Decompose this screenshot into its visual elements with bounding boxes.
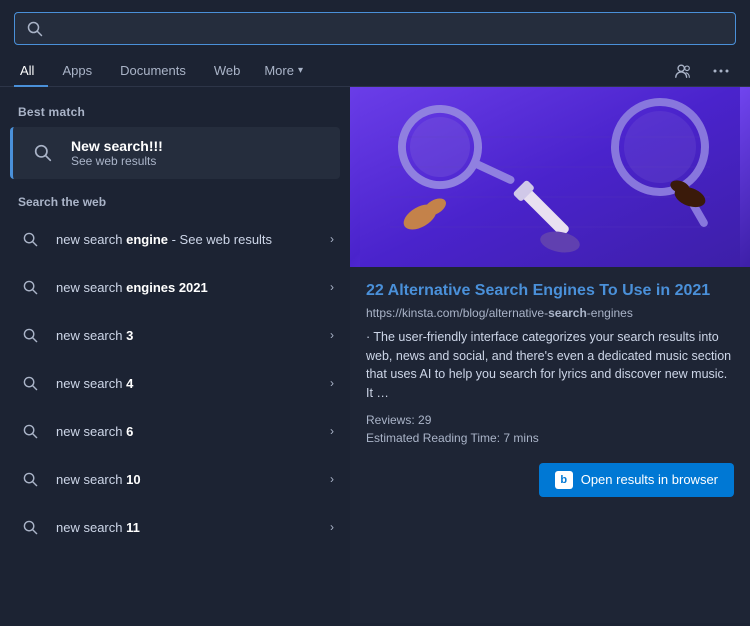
nav-tabs: All Apps Documents Web More ▾ xyxy=(0,55,750,87)
search-icon xyxy=(16,321,44,349)
tab-more[interactable]: More ▾ xyxy=(254,55,313,86)
search-item-text: new search 10 xyxy=(56,472,318,487)
chevron-down-icon: ▾ xyxy=(298,65,303,76)
nav-icons xyxy=(668,56,736,86)
best-match-search-icon xyxy=(27,137,59,169)
search-item-text: new search engine - See web results xyxy=(56,232,318,247)
result-reading-time: Estimated Reading Time: 7 mins xyxy=(366,431,734,445)
search-icon xyxy=(16,225,44,253)
list-item[interactable]: new search 6 › xyxy=(2,407,348,455)
search-item-text: new search 11 xyxy=(56,520,318,535)
result-title-highlight: Search xyxy=(475,282,528,299)
result-body: 22 Alternative Search Engines To Use in … xyxy=(350,267,750,511)
list-item[interactable]: new search 10 › xyxy=(2,455,348,503)
right-panel: 22 Alternative Search Engines To Use in … xyxy=(350,87,750,623)
search-icon xyxy=(16,465,44,493)
tab-all[interactable]: All xyxy=(14,55,48,86)
left-panel: Best match New search!!! See web results… xyxy=(0,87,350,623)
search-icon xyxy=(27,21,43,37)
search-item-text: new search 3 xyxy=(56,328,318,343)
search-item-text: new search 6 xyxy=(56,424,318,439)
list-item[interactable]: new search 3 › xyxy=(2,311,348,359)
list-item[interactable]: new search engines 2021 › xyxy=(2,263,348,311)
best-match-item[interactable]: New search!!! See web results xyxy=(10,127,340,179)
search-input[interactable]: New search!!! xyxy=(53,20,723,37)
people-icon-button[interactable] xyxy=(668,56,698,86)
tab-documents[interactable]: Documents xyxy=(106,55,200,86)
result-card: 22 Alternative Search Engines To Use in … xyxy=(350,87,750,511)
search-item-text: new search 4 xyxy=(56,376,318,391)
list-item[interactable]: new search 4 › xyxy=(2,359,348,407)
search-bar-wrapper: New search!!! xyxy=(0,0,750,55)
result-url: https://kinsta.com/blog/alternative-sear… xyxy=(366,306,734,320)
search-icon xyxy=(16,417,44,445)
tab-web[interactable]: Web xyxy=(200,55,255,86)
best-match-label: Best match xyxy=(0,101,350,127)
open-in-browser-button[interactable]: b Open results in browser xyxy=(539,463,734,497)
tab-apps[interactable]: Apps xyxy=(48,55,106,86)
best-match-title: New search!!! xyxy=(71,138,163,154)
best-match-subtitle: See web results xyxy=(71,154,163,168)
chevron-right-icon: › xyxy=(330,472,334,486)
chevron-right-icon: › xyxy=(330,520,334,534)
main-content: Best match New search!!! See web results… xyxy=(0,87,750,623)
result-url-highlight: search xyxy=(548,306,587,320)
chevron-right-icon: › xyxy=(330,376,334,390)
search-icon xyxy=(16,273,44,301)
search-icon xyxy=(16,369,44,397)
search-bar: New search!!! xyxy=(14,12,736,45)
web-section-label: Search the web xyxy=(0,191,350,215)
chevron-right-icon: › xyxy=(330,232,334,246)
list-item[interactable]: new search 11 › xyxy=(2,503,348,551)
result-reviews: Reviews: 29 xyxy=(366,413,734,427)
chevron-right-icon: › xyxy=(330,280,334,294)
more-options-button[interactable] xyxy=(706,56,736,86)
result-image xyxy=(350,87,750,267)
bing-logo-icon: b xyxy=(555,471,573,489)
best-match-text: New search!!! See web results xyxy=(71,138,163,168)
chevron-right-icon: › xyxy=(330,328,334,342)
search-icon xyxy=(16,513,44,541)
chevron-right-icon: › xyxy=(330,424,334,438)
open-browser-label: Open results in browser xyxy=(581,472,718,487)
result-title[interactable]: 22 Alternative Search Engines To Use in … xyxy=(366,281,734,302)
result-description: · The user-friendly interface categorize… xyxy=(366,328,734,403)
list-item[interactable]: new search engine - See web results › xyxy=(2,215,348,263)
search-item-text: new search engines 2021 xyxy=(56,280,318,295)
